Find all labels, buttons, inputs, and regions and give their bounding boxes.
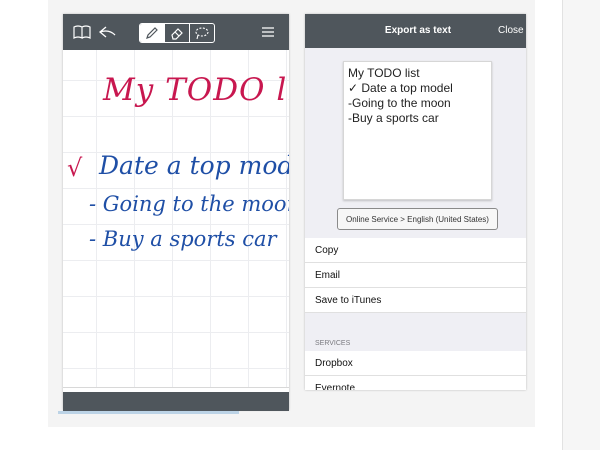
- preview-line: My TODO list: [348, 66, 420, 80]
- progress-line: [58, 411, 239, 414]
- export-actions-list: Copy Email Save to iTunes SERVICES Dropb…: [305, 238, 526, 390]
- lasso-icon[interactable]: [190, 24, 214, 42]
- handwritten-title: My TODO list: [103, 72, 289, 108]
- service-dropbox[interactable]: Dropbox: [305, 351, 526, 376]
- close-button[interactable]: Close: [498, 14, 524, 48]
- screenshot-canvas: My TODO list √ Date a top model - Going …: [0, 0, 600, 450]
- page-strip: [63, 392, 289, 411]
- handwritten-item: Date a top model: [99, 151, 289, 180]
- preview-line: -Going to the moon: [348, 96, 451, 110]
- handwriting-page[interactable]: My TODO list √ Date a top model - Going …: [63, 50, 289, 387]
- undo-icon[interactable]: [97, 14, 119, 50]
- check-mark-icon: √: [67, 154, 83, 182]
- section-spacer: [305, 313, 526, 337]
- menu-icon[interactable]: [259, 14, 277, 50]
- export-title: Export as text: [384, 25, 452, 36]
- right-side-panel: [562, 0, 600, 450]
- preview-line: ✓ Date a top model: [348, 81, 453, 95]
- handwritten-item: - Going to the moon: [89, 192, 289, 216]
- notes-app-screen: My TODO list √ Date a top model - Going …: [63, 14, 289, 410]
- export-navbar: Export as text Close: [305, 14, 526, 48]
- preview-line: -Buy a sports car: [348, 111, 439, 125]
- service-evernote[interactable]: Evernote: [305, 376, 526, 390]
- export-screen: Export as text Close My TODO list ✓ Date…: [305, 14, 526, 390]
- action-save-itunes[interactable]: Save to iTunes: [305, 288, 526, 313]
- handwritten-item: - Buy a sports car: [89, 227, 277, 251]
- services-header: SERVICES: [305, 337, 526, 351]
- action-email[interactable]: Email: [305, 263, 526, 288]
- drawing-tools: [139, 23, 215, 43]
- action-copy[interactable]: Copy: [305, 238, 526, 263]
- recognition-service-button[interactable]: Online Service > English (United States): [337, 208, 498, 230]
- book-icon[interactable]: [71, 14, 93, 50]
- eraser-icon[interactable]: [165, 24, 190, 42]
- notes-toolbar: [63, 14, 289, 50]
- pen-icon[interactable]: [140, 24, 165, 42]
- text-preview[interactable]: My TODO list ✓ Date a top model -Going t…: [343, 61, 492, 200]
